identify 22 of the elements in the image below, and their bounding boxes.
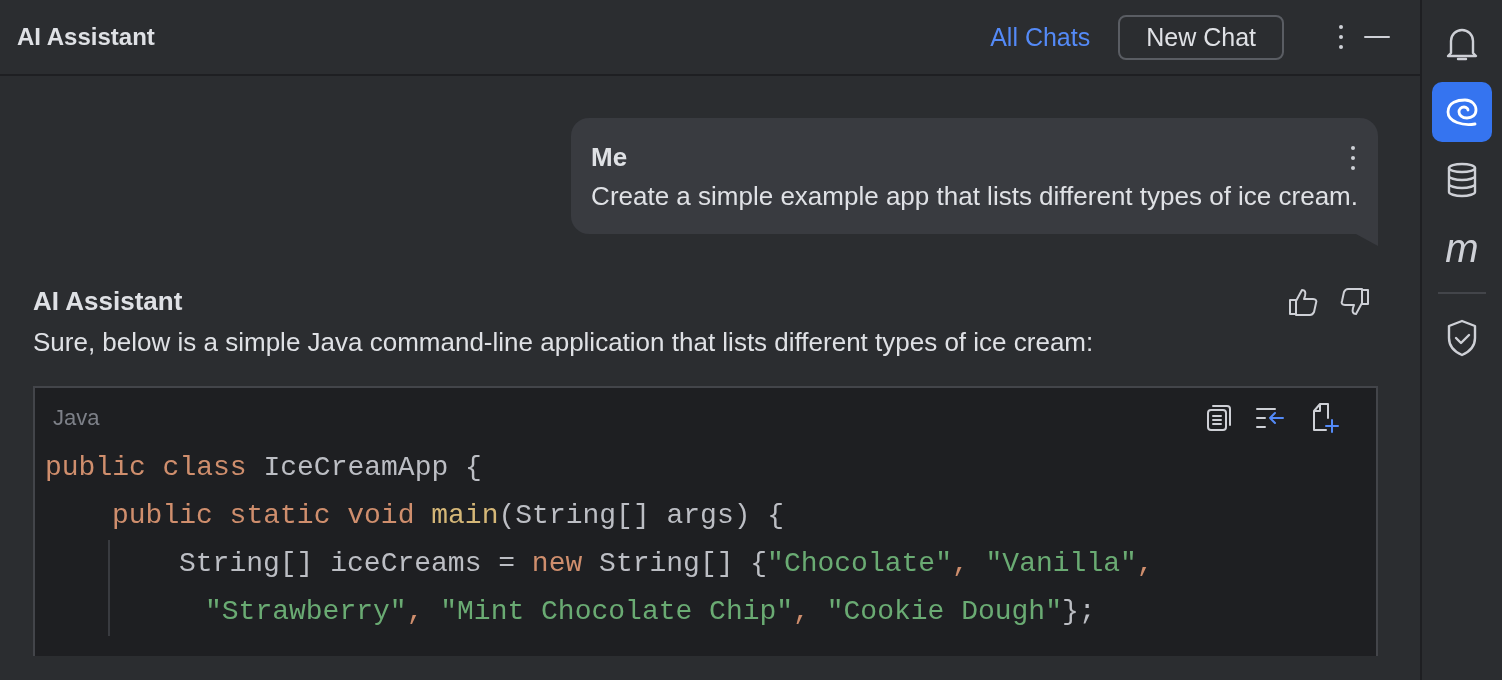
more-icon[interactable] xyxy=(1350,144,1356,171)
minimize-icon[interactable] xyxy=(1364,35,1390,39)
thumbs-down-icon[interactable] xyxy=(1340,287,1370,316)
letter-icon[interactable]: m xyxy=(1432,218,1492,278)
code-language: Java xyxy=(53,405,100,431)
spiral-icon[interactable] xyxy=(1432,82,1492,142)
more-icon[interactable] xyxy=(1338,24,1344,50)
code-line: String[] iceCreams = new String[] {"Chocolate", "Vanilla", xyxy=(179,547,1154,581)
message-author: Me xyxy=(591,142,628,173)
code-line: public static void main(String[] args) { xyxy=(112,499,785,533)
code-line: "Strawberry", "Mint Chocolate Chip", "Cookie Dough"}; xyxy=(205,595,1096,629)
copy-icon[interactable] xyxy=(1206,404,1232,432)
new-chat-button[interactable]: New Chat xyxy=(1118,14,1284,60)
insert-icon[interactable] xyxy=(1256,407,1286,429)
thumbs-up-icon[interactable] xyxy=(1288,287,1318,316)
message-author: AI Assistant xyxy=(33,286,183,317)
code-line: public class IceCreamApp { xyxy=(45,451,482,485)
new-file-icon[interactable] xyxy=(1310,402,1340,434)
message-text: Sure, below is a simple Java command-line application that lists different types of ice cream: xyxy=(33,327,1095,358)
all-chats-link[interactable]: All Chats xyxy=(990,22,1091,52)
message-text: Create a simple example app that lists different types of ice cream. xyxy=(591,181,1358,212)
panel-title: AI Assistant xyxy=(17,23,155,51)
